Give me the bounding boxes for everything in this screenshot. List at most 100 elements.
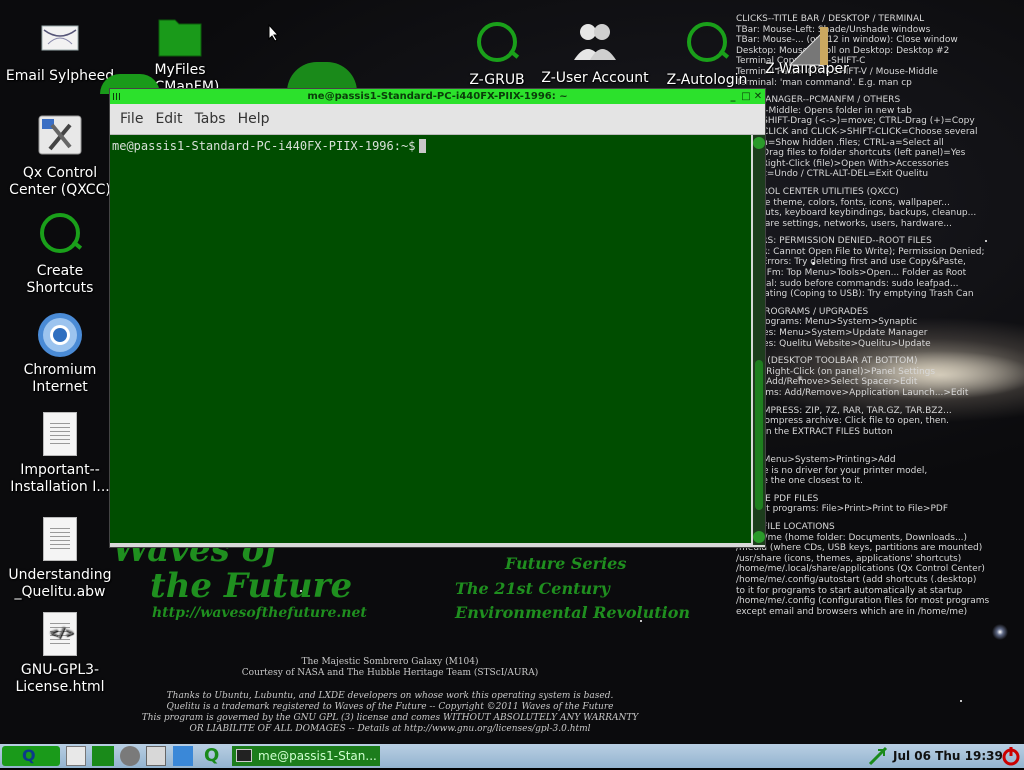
help-heading: CONTROL CENTER UTILITIES (QXCC) [736,186,899,197]
help-heading: ERRORS: PERMISSION DENIED--ROOT FILES [736,236,932,247]
menu-file[interactable]: File [116,111,151,127]
desktop-icon-label: Z-User Account [541,70,649,86]
terminal-window[interactable]: me@passis1-Standard-PC-i440FX-PIIX-1996:… [109,88,766,548]
help-line: /media (where CDs, USB keys, partitions … [736,543,983,554]
terminal-title-bar[interactable]: me@passis1-Standard-PC-i440FX-PIIX-1996:… [110,89,765,104]
help-heading: PRINT [736,444,1024,455]
menu-help[interactable]: Help [234,111,278,127]
help-heading: FILE MANAGER--PCMANFM / OTHERS [736,95,901,106]
menu-edit[interactable]: Edit [151,111,190,127]
help-line: In most programs: File>Print>Print to Fi… [736,504,949,515]
document-icon [36,412,84,458]
desktop[interactable]: CLICKS--TITLE BAR / DESKTOP / TERMINAL TB… [0,0,1024,744]
help-line: CTRL-z=Undo / CTRL-ALT-DEL=Exit Quelitu [736,169,929,180]
help-line: To decompress archive: Click file to ope… [736,416,950,427]
document-shape: </> [43,612,77,656]
tools-icon [36,115,84,161]
close-icon[interactable]: ✕ [752,89,764,104]
chromium-icon [36,312,84,358]
desktop-icon-z-wallpaper[interactable]: Z-Wallpaper [752,25,862,78]
help-line: Files: Right-Click (file)>Open With>Acce… [736,158,949,169]
help-line: Change theme, colors, fonts, icons, wall… [736,197,950,208]
folder-icon [156,12,204,58]
help-heading: CREATE PDF FILES [736,493,819,504]
desktop-icon-chromium[interactable]: Chromium Internet [5,312,115,396]
terminal-output[interactable]: me@passis1-Standard-PC-i440FX-PIIX-1996:… [110,135,751,543]
users-icon [571,20,619,66]
help-line: CTRL-Drag files to folder shortcuts (lef… [736,148,966,159]
help-heading: ADD PROGRAMS / UPGRADES [736,306,869,317]
help-line: /home/me (home folder: Documents, Downlo… [736,532,968,543]
help-line: CTRL-SHIFT-Drag (<->)=move; CTRL-Drag (+… [736,116,975,127]
minimize-icon[interactable]: _ [727,89,739,104]
taskbar-window-button[interactable]: me@passis1-Stan... [232,746,380,766]
download-icon[interactable] [173,746,193,766]
scroll-down-icon[interactable] [753,531,765,543]
desktop-icon-label: Chromium Internet [23,362,97,395]
help-line: Panel: Right-Click (on panel)>Panel Sett… [736,366,936,377]
help-line: Copy Errors: Try deleting first and use … [736,257,966,268]
desktop-icon-gpl-license[interactable]: </> GNU-GPL3-License.html [5,612,115,696]
help-line: Hardware settings, networks, users, hard… [736,218,952,229]
maximize-icon[interactable]: □ [740,89,752,104]
credit-line: Thanks to Ubuntu, Lubuntu, and LXDE deve… [166,691,614,701]
document-shape [43,517,77,561]
help-line: Panel: Add/Remove>Select Spacer>Edit [736,377,918,388]
help-heading: MAIN FILE LOCATIONS [736,521,835,532]
prompt-text: me@passis1-Standard-PC-i440FX-PIIX-1996:… [112,139,416,153]
desktop-icon-installation-doc[interactable]: Important--Installation I... [5,412,115,496]
help-line: PCManFm: Top Menu>Tools>Open... Folder a… [736,268,967,279]
help-line: /usr/share (icons, themes, applications'… [736,553,962,564]
desktop-icon-label: Email Sylpheed [5,68,115,84]
desktop-icon-label: Z-Autologin [666,72,748,88]
qx-logo-shape [40,213,80,253]
html-file-icon: </> [36,612,84,658]
help-line: /home/me/.local/share/applications (Qx C… [736,564,985,575]
star [960,700,962,702]
show-desktop-icon[interactable] [66,746,86,766]
desktop-icon-qxcc[interactable]: Qx Control Center (QXCC) [5,115,115,199]
help-line: Terminal: 'man command'. E.g. man cp [736,77,912,88]
desktop-icon-label: Create Shortcuts [26,263,94,296]
menu-tabs[interactable]: Tabs [191,111,234,127]
qx-logo-shape [477,22,517,62]
folder-icon[interactable] [92,746,114,766]
desktop-icon-create-shortcuts[interactable]: Create Shortcuts [5,213,115,297]
help-heading: UNCOMPRESS: ZIP, 7Z, RAR, TAR.GZ, TAR.BZ… [736,405,952,416]
desktop-icon-email[interactable]: Email Sylpheed [5,18,115,85]
help-heading: CLICKS--TITLE BAR / DESKTOP / TERMINAL [736,14,925,24]
help-line: If there is no driver for your printer m… [736,465,928,476]
network-icon[interactable] [868,746,888,766]
desktop-icon-z-grub[interactable]: Z-GRUB [442,22,552,89]
terminal-scrollbar[interactable] [753,135,765,545]
qx-logo-icon [36,213,84,259]
grip-icon [113,93,121,100]
document-icon [36,517,84,563]
help-line: Shortcuts, keyboard keybindings, backups… [736,208,977,219]
help-text-column: CLICKS--TITLE BAR / DESKTOP / TERMINAL TB… [736,14,1024,617]
document-shape [43,412,77,456]
power-icon[interactable] [1000,746,1022,766]
credit-line: OR LIABILITE OF ALL DOMAGES -- Details a… [189,724,591,734]
desktop-icon-z-autologin[interactable]: Z-Autologin [652,22,762,89]
gear-icon[interactable] [120,746,140,766]
help-line: Programs: Add/Remove>Application Launch.… [736,388,969,398]
desktop-icon-label: GNU-GPL3-License.html [15,662,105,695]
qx-logo-icon [473,22,521,68]
scrollbar-thumb[interactable] [755,360,763,510]
desktop-icon-understanding-doc[interactable]: Understanding _Quelitu.abw [5,517,115,601]
help-line: choose the one closest to it. [736,476,864,487]
wallpaper-credits: The Majestic Sombrero Galaxy (M104) Cour… [80,657,700,735]
menu-button[interactable]: Q [2,746,60,766]
desktop-icon-label: Understanding _Quelitu.abw [8,567,112,600]
help-line: Terminal: sudo before commands: sudo lea… [736,278,959,289]
desktop-icon-z-user-account[interactable]: Z-User Account [540,20,650,87]
help-line: /home/me/.config/autostart (add shortcut… [736,574,977,585]
window-switch-icon[interactable] [146,746,166,766]
clock[interactable]: Jul 06 Thu 19:39 [893,746,1003,766]
qx-launcher-icon[interactable]: Q [201,745,223,766]
wallpaper-icon [783,25,831,71]
scroll-up-icon[interactable] [753,137,765,149]
qx-logo-shape [687,22,727,62]
mouse-pointer-icon [268,24,280,42]
